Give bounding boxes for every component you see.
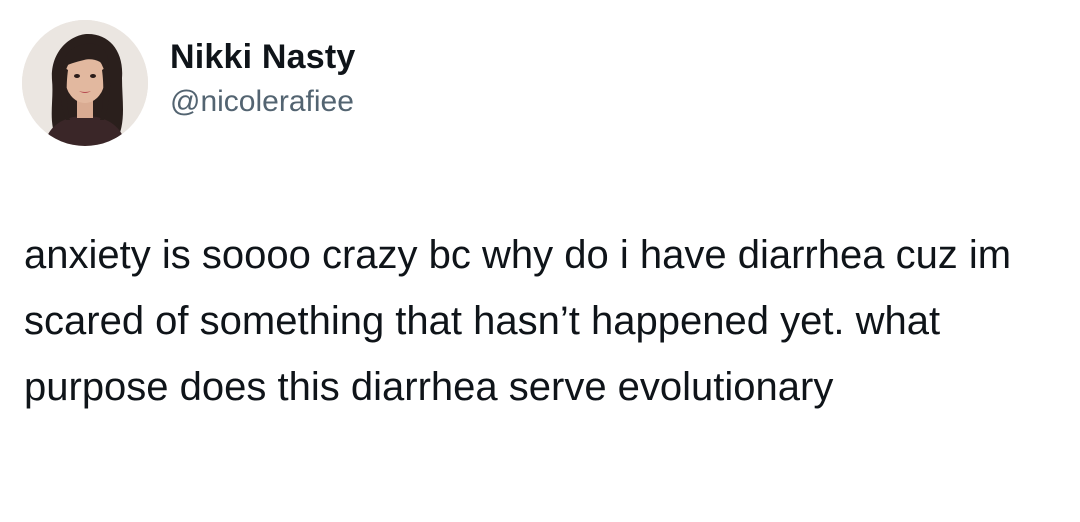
profile-photo-icon [22, 20, 148, 146]
avatar[interactable] [22, 20, 148, 146]
tweet-card: Nikki Nasty @nicolerafiee anxiety is soo… [0, 0, 1080, 522]
display-name[interactable]: Nikki Nasty [170, 36, 356, 78]
user-handle[interactable]: @nicolerafiee [170, 82, 356, 122]
author-info: Nikki Nasty @nicolerafiee [170, 36, 356, 122]
tweet-text: anxiety is soooo crazy bc why do i have … [24, 233, 1012, 409]
